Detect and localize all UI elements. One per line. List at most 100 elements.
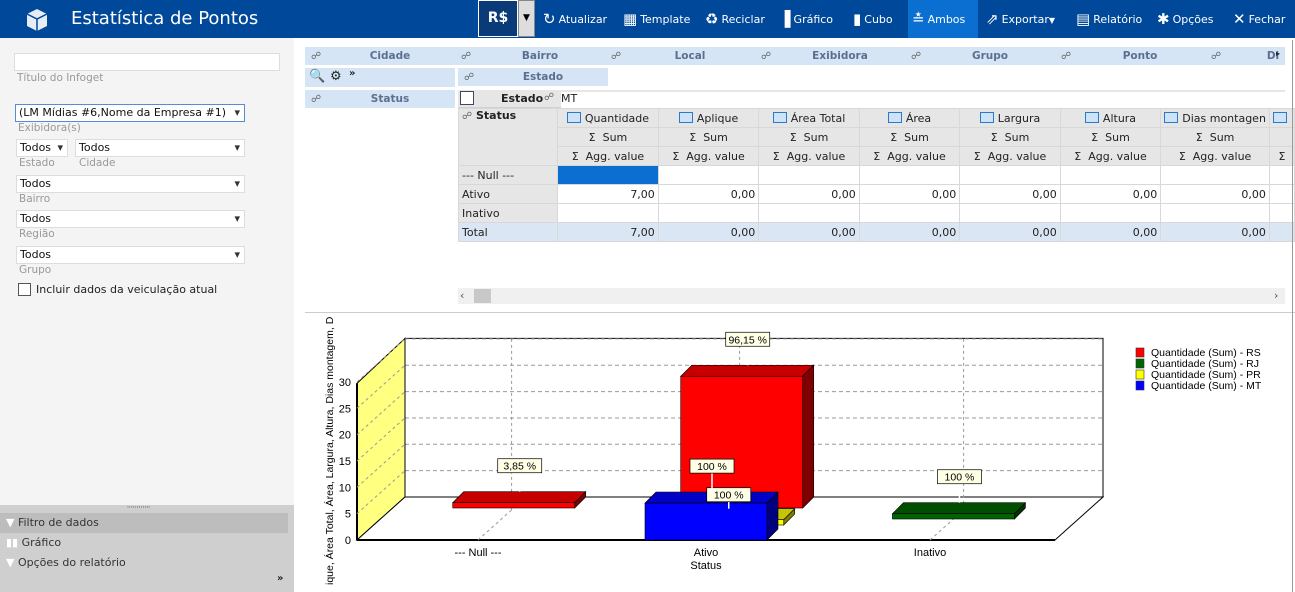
table-cell[interactable]: 0,00 [1059,222,1162,242]
table-cell[interactable] [758,165,860,185]
measure-header[interactable]: Altura [1059,108,1162,128]
agg-header: Σ Sum [1160,127,1270,147]
table-cell[interactable] [657,165,760,185]
row-header-status[interactable]: ☍ Status [457,108,559,166]
table-cell[interactable]: 0,00 [959,184,1061,204]
toolbar-fechar-button[interactable]: ✕ Fechar [1229,0,1289,38]
scroll-left-icon[interactable]: ‹ [460,289,464,302]
refresh-icon: ↻ [543,10,556,28]
filter-field-cidade[interactable]: ☍ Cidade [305,47,455,65]
table-cell[interactable] [1160,203,1270,223]
table-cell[interactable]: 0,00 [959,222,1061,242]
toolbar-atualizar-button[interactable]: ↻ Atualizar [539,0,611,38]
table-cell[interactable] [959,165,1061,185]
row-label[interactable]: Inativo [457,203,559,223]
table-cell[interactable] [1160,165,1270,185]
measure-header[interactable]: Quantidade [557,108,659,128]
filter-field-bairro[interactable]: ☍ Bairro [455,47,605,65]
table-cell[interactable]: 0,00 [1059,184,1162,204]
row-field-status[interactable]: ☍ Status [305,90,455,108]
zoom-icon[interactable]: 🔍 [309,69,325,84]
table-cell[interactable]: 0,00 [758,222,860,242]
grupo-select[interactable]: Todos [16,246,245,264]
table-cell[interactable]: 0,00 [758,184,860,204]
data-label: 96,15 % [728,334,767,346]
table-cell[interactable]: 0,00 [657,184,760,204]
scroll-thumb[interactable] [474,289,491,303]
field-list-icon[interactable]: ⚙ [330,69,342,84]
table-cell[interactable]: 0,00 [858,184,961,204]
row-label[interactable]: Total [457,222,559,242]
x-tick-label: --- Null --- [454,547,501,559]
regiao-label: Região [19,228,55,240]
filter-field-exibidora[interactable]: ☍ Exibidora [755,47,905,65]
filter-field-grupo[interactable]: ☍ Grupo [905,47,1055,65]
legend-swatch [1135,380,1145,391]
currency-select[interactable]: R$ [478,0,518,37]
row-label[interactable]: Ativo [457,184,559,204]
toolbar-exportar-button[interactable]: ⇗ Exportar▼ [982,0,1059,38]
more-icon[interactable]: » [349,68,355,79]
table-cell[interactable]: 7,00 [557,184,659,204]
expand-icon[interactable]: » [277,573,283,584]
exhibitor-select[interactable]: (LM Mídias #6,Nome da Empresa #1) [15,104,245,122]
table-cell[interactable]: 0,00 [1160,222,1270,242]
divider [305,312,1295,313]
table-cell[interactable] [1059,203,1162,223]
table-cell[interactable] [657,203,760,223]
table-cell[interactable] [557,165,659,185]
table-cell[interactable]: 0,00 [858,222,961,242]
exhibitor-label: Exibidora(s) [18,122,81,134]
toolbar-reciclar-button[interactable]: ♻ Reciclar [701,0,769,38]
accordion-item-filtro[interactable]: ▼ Filtro de dados [0,513,288,533]
measure-header[interactable]: Área [858,108,961,128]
col-header-value[interactable]: MT [561,92,1285,108]
horizontal-scrollbar[interactable]: ‹ › [458,288,1285,304]
table-cell[interactable] [858,203,961,223]
y-tick-label: 20 [339,430,351,442]
table-cell[interactable]: 7,00 [557,222,659,242]
estado-select[interactable]: Todos [16,139,68,157]
accordion-item-grafico[interactable]: ▮▮ Gráfico [6,533,294,553]
toolbar-grafico-button[interactable]: ▐ Gráfico [775,0,837,38]
regiao-select[interactable]: Todos [16,210,245,228]
bar [892,513,1015,520]
measure-header[interactable]: Aplique [657,108,760,128]
filter-field-local[interactable]: ☍ Local [605,47,755,65]
legend-swatch [1135,358,1145,369]
title-input[interactable] [14,53,280,71]
measure-header[interactable]: Dias montagen [1160,108,1270,128]
accordion-item-opcoes[interactable]: ▼ Opções do relatório [6,553,294,573]
cidade-select[interactable]: Todos [75,139,245,157]
toolbar-cubo-button[interactable]: ▮ Cubo [849,0,897,38]
x-tick-label: Ativo [694,547,718,559]
toolbar-template-button[interactable]: ▦ Template [619,0,694,38]
table-cell[interactable]: 0,00 [1160,184,1270,204]
toolbar-relatorio-button[interactable]: ▤ Relatório [1072,0,1146,38]
table-cell[interactable] [858,165,961,185]
currency-dropdown-button[interactable]: ▼ [518,0,535,37]
measure-header[interactable]: Largura [959,108,1061,128]
filter-field-di[interactable]: ☍ Di [1205,47,1280,65]
scroll-fields-right-icon[interactable]: ▸ [1276,49,1280,58]
table-cell[interactable] [758,203,860,223]
filter-icon: ▼ [6,516,15,529]
table-cell[interactable] [557,203,659,223]
measure-header[interactable]: Área Total [758,108,860,128]
table-cell[interactable] [959,203,1061,223]
bairro-select[interactable]: Todos [16,175,245,193]
toolbar-opcoes-button[interactable]: ✱ Opções [1153,0,1218,38]
layout-icon[interactable] [460,91,474,105]
col-header-field[interactable]: Estado [501,92,543,105]
column-field-estado[interactable]: ☍ Estado [458,68,608,86]
include-checkbox[interactable] [18,283,31,296]
table-cell[interactable]: 0,00 [657,222,760,242]
toolbar-ambos-button[interactable]: ≛ Ambos [908,0,978,38]
agg-value-header: Σ Agg. value [758,146,860,166]
filter-icon: ▼ [6,556,15,569]
scroll-right-icon[interactable]: › [1274,289,1278,302]
filter-field-ponto[interactable]: ☍ Ponto [1055,47,1205,65]
splitter-handle[interactable]: '''''''''''' [127,505,150,513]
table-cell[interactable] [1059,165,1162,185]
row-label[interactable]: --- Null --- [457,165,559,185]
